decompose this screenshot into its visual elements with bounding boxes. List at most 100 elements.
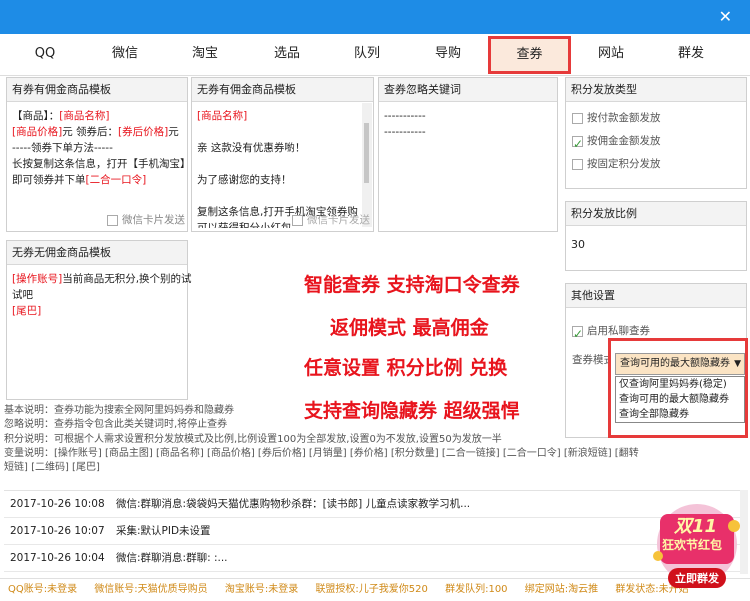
log-scrollbar[interactable] — [740, 490, 748, 574]
tab-taobao[interactable]: 淘宝 — [180, 38, 230, 70]
wechat-card-checkbox[interactable]: 微信卡片发送 — [107, 212, 185, 227]
status-qq: QQ账号:未登录 — [8, 584, 78, 595]
tab-coupon[interactable]: 查券 — [488, 36, 571, 74]
template-text: 亲 这款没有优惠券喲！ — [197, 142, 306, 154]
dropdown-option[interactable]: 仅查询阿里妈妈券(稳定) — [616, 377, 744, 392]
log-row[interactable]: 2017-10-26 10:08 微信:群聊消息:袋袋妈天猫优惠购物秒杀群：[读书… — [4, 491, 742, 518]
select-value: 查询可用的最大额隐藏券 — [620, 358, 730, 369]
help-line: 积分说明：可根据个人需求设置积分发放模式及比例,比例设置100为全部发放,设置0… — [4, 433, 502, 445]
keywords-editor[interactable]: ----------- ----------- — [379, 102, 557, 146]
points-ratio-input[interactable]: 30 — [566, 226, 746, 263]
help-line: 基本说明：查券功能为搜索全网阿里妈妈券和隐藏券 — [4, 405, 234, 416]
checkbox-label: 启用私聊查券 — [587, 325, 650, 337]
double11-badge[interactable]: 双11 狂欢节红包 立即群发 — [646, 496, 748, 594]
points-ratio-panel: 积分发放比例 30 — [565, 201, 747, 271]
template-text: 【商品】： — [12, 110, 60, 122]
status-bar: QQ账号:未登录 微信账号:天猫优质导购员 淘宝账号:未登录 联盟授权:儿子我爱… — [0, 578, 750, 600]
status-alliance: 联盟授权:儿子我爱你520 — [315, 584, 428, 595]
query-mode-select[interactable]: 查询可用的最大额隐藏券 ▼ — [615, 353, 745, 375]
template-variable: [操作账号] — [12, 273, 63, 285]
dropdown-option[interactable]: 查询全部隐藏券 — [616, 407, 744, 422]
checkbox-label: 微信卡片发送 — [122, 214, 185, 226]
template-text: 元 — [168, 126, 179, 138]
template-text — [197, 156, 353, 172]
template-variable: [券后价格] — [118, 126, 169, 138]
points-by-commission-checkbox[interactable]: 按佣金金额发放 — [566, 130, 746, 156]
log-row[interactable]: 2017-10-26 10:07 采集:默认PID未设置 — [4, 518, 742, 545]
coupon-template-panel: 有券有佣金商品模板 【商品】：[商品名称] [商品价格]元 领券后：[券后价格]… — [6, 77, 191, 232]
query-mode-highlight: 查询可用的最大额隐藏券 ▼ 仅查询阿里妈妈券(稳定) 查询可用的最大额隐藏券 查… — [608, 338, 748, 438]
template-text: -----领券下单方法----- — [12, 142, 113, 154]
chevron-down-icon: ▼ — [734, 359, 741, 369]
wechat-card-checkbox[interactable]: 微信卡片发送 — [292, 212, 370, 227]
coupon-template-editor[interactable]: 【商品】：[商品名称] [商品价格]元 领券后：[券后价格]元 -----领券下… — [7, 102, 191, 194]
template-text: 当前商品无积分,换个别的试 — [62, 273, 192, 285]
template-variable: [尾巴] — [12, 305, 42, 317]
log-message: 微信:群聊消息:群聊: :... — [116, 552, 228, 564]
panel-title: 无券无佣金商品模板 — [7, 241, 187, 265]
points-type-panel: 积分发放类型 按付款金额发放 按佣金金额发放 按固定积分发放 — [565, 77, 747, 189]
checkbox-checked-icon — [572, 133, 583, 156]
panel-title: 查券忽略关键词 — [379, 78, 557, 102]
log-row[interactable]: 2017-10-26 10:04 微信:群聊消息:群聊: :... — [4, 545, 742, 572]
keyword-line: ----------- — [384, 126, 426, 138]
status-wechat: 微信账号:天猫优质导购员 — [94, 584, 208, 595]
checkbox-checked-icon — [572, 323, 583, 346]
tab-wechat[interactable]: 微信 — [100, 38, 150, 70]
help-line: 变量说明：[操作账号] [商品主图] [商品名称] [商品价格] [券后价格] … — [4, 447, 639, 459]
panel-title: 有券有佣金商品模板 — [7, 78, 187, 102]
ignore-keywords-panel: 查券忽略关键词 ----------- ----------- — [378, 77, 558, 232]
log-message: 采集:默认PID未设置 — [116, 525, 211, 537]
checkbox-icon — [572, 158, 583, 170]
template-text: 长按复制这条信息，打开【手机淘宝】 — [12, 158, 191, 170]
template-variable: [商品名称] — [59, 110, 110, 122]
checkbox-icon — [292, 214, 303, 226]
checkbox-label: 按佣金金额发放 — [587, 135, 661, 147]
help-line: 短链] [二维码] [尾巴] — [4, 462, 100, 474]
help-text: 基本说明：查券功能为搜索全网阿里妈妈券和隐藏券 忽略说明：查券指令包含此类关键词… — [4, 404, 639, 475]
points-by-payment-checkbox[interactable]: 按付款金额发放 — [566, 107, 746, 130]
status-website: 绑定网站:淘云推 — [524, 584, 599, 595]
tab-guide[interactable]: 导购 — [423, 38, 473, 70]
query-mode-options: 仅查询阿里妈妈券(稳定) 查询可用的最大额隐藏券 查询全部隐藏券 — [615, 376, 745, 423]
no-coupon-template-panel: 无券有佣金商品模板 [商品名称] 亲 这款没有优惠券喲！ 为了感谢您的支持！ 复… — [191, 77, 374, 232]
checkbox-icon — [572, 112, 583, 124]
no-commission-template-panel: 无券无佣金商品模板 [操作账号]当前商品无积分,换个别的试 试吧 [尾巴] — [6, 240, 192, 400]
panel-title: 其他设置 — [566, 284, 746, 308]
log-time: 2017-10-26 10:08 — [10, 498, 105, 510]
badge-title: 双11 — [674, 516, 718, 537]
tab-website[interactable]: 网站 — [586, 38, 636, 70]
no-commission-template-editor[interactable]: [操作账号]当前商品无积分,换个别的试 试吧 [尾巴] — [7, 265, 192, 325]
dropdown-option[interactable]: 查询可用的最大额隐藏券 — [616, 392, 744, 407]
mass-send-now-button[interactable]: 立即群发 — [668, 572, 726, 586]
tab-selection[interactable]: 选品 — [262, 38, 312, 70]
scrollbar-thumb[interactable] — [364, 123, 369, 183]
checkbox-label: 按固定积分发放 — [587, 158, 661, 170]
status-taobao: 淘宝账号:未登录 — [224, 584, 299, 595]
panel-title: 无券有佣金商品模板 — [192, 78, 373, 102]
log-time: 2017-10-26 10:07 — [10, 525, 105, 537]
panel-title: 积分发放比例 — [566, 202, 746, 226]
checkbox-label: 微信卡片发送 — [307, 214, 370, 226]
template-text: 为了感谢您的支持！ — [197, 174, 292, 186]
tab-queue[interactable]: 队列 — [342, 38, 392, 70]
log-message: 微信:群聊消息:袋袋妈天猫优惠购物秒杀群：[读书郎] 儿童点读家教学习机... — [116, 498, 471, 510]
help-line: 忽略说明：查券指令包含此类关键词时,将停止查券 — [4, 419, 228, 431]
points-fixed-checkbox[interactable]: 按固定积分发放 — [566, 153, 746, 176]
close-icon[interactable]: ✕ — [719, 7, 732, 27]
log-list: 2017-10-26 10:08 微信:群聊消息:袋袋妈天猫优惠购物秒杀群：[读书… — [4, 490, 742, 572]
tab-mass-send[interactable]: 群发 — [666, 38, 716, 70]
promo-line: 返佣模式 最高佣金 — [330, 317, 489, 339]
tab-qq[interactable]: QQ — [20, 38, 70, 70]
badge-subtitle: 狂欢节红包 — [662, 538, 723, 552]
panel-title: 积分发放类型 — [566, 78, 746, 102]
template-variable: [商品价格] — [12, 126, 63, 138]
status-queue: 群发队列:100 — [445, 584, 508, 595]
scrollbar[interactable] — [362, 103, 372, 227]
template-text — [197, 188, 353, 204]
log-time: 2017-10-26 10:04 — [10, 552, 105, 564]
promo-line: 智能查券 支持淘口令查券 — [304, 274, 520, 296]
template-text: 元 领券后： — [62, 126, 119, 138]
template-variable: [商品名称] — [197, 110, 248, 122]
no-coupon-template-editor[interactable]: [商品名称] 亲 这款没有优惠券喲！ 为了感谢您的支持！ 复制这条信息,打开手机… — [192, 102, 358, 228]
